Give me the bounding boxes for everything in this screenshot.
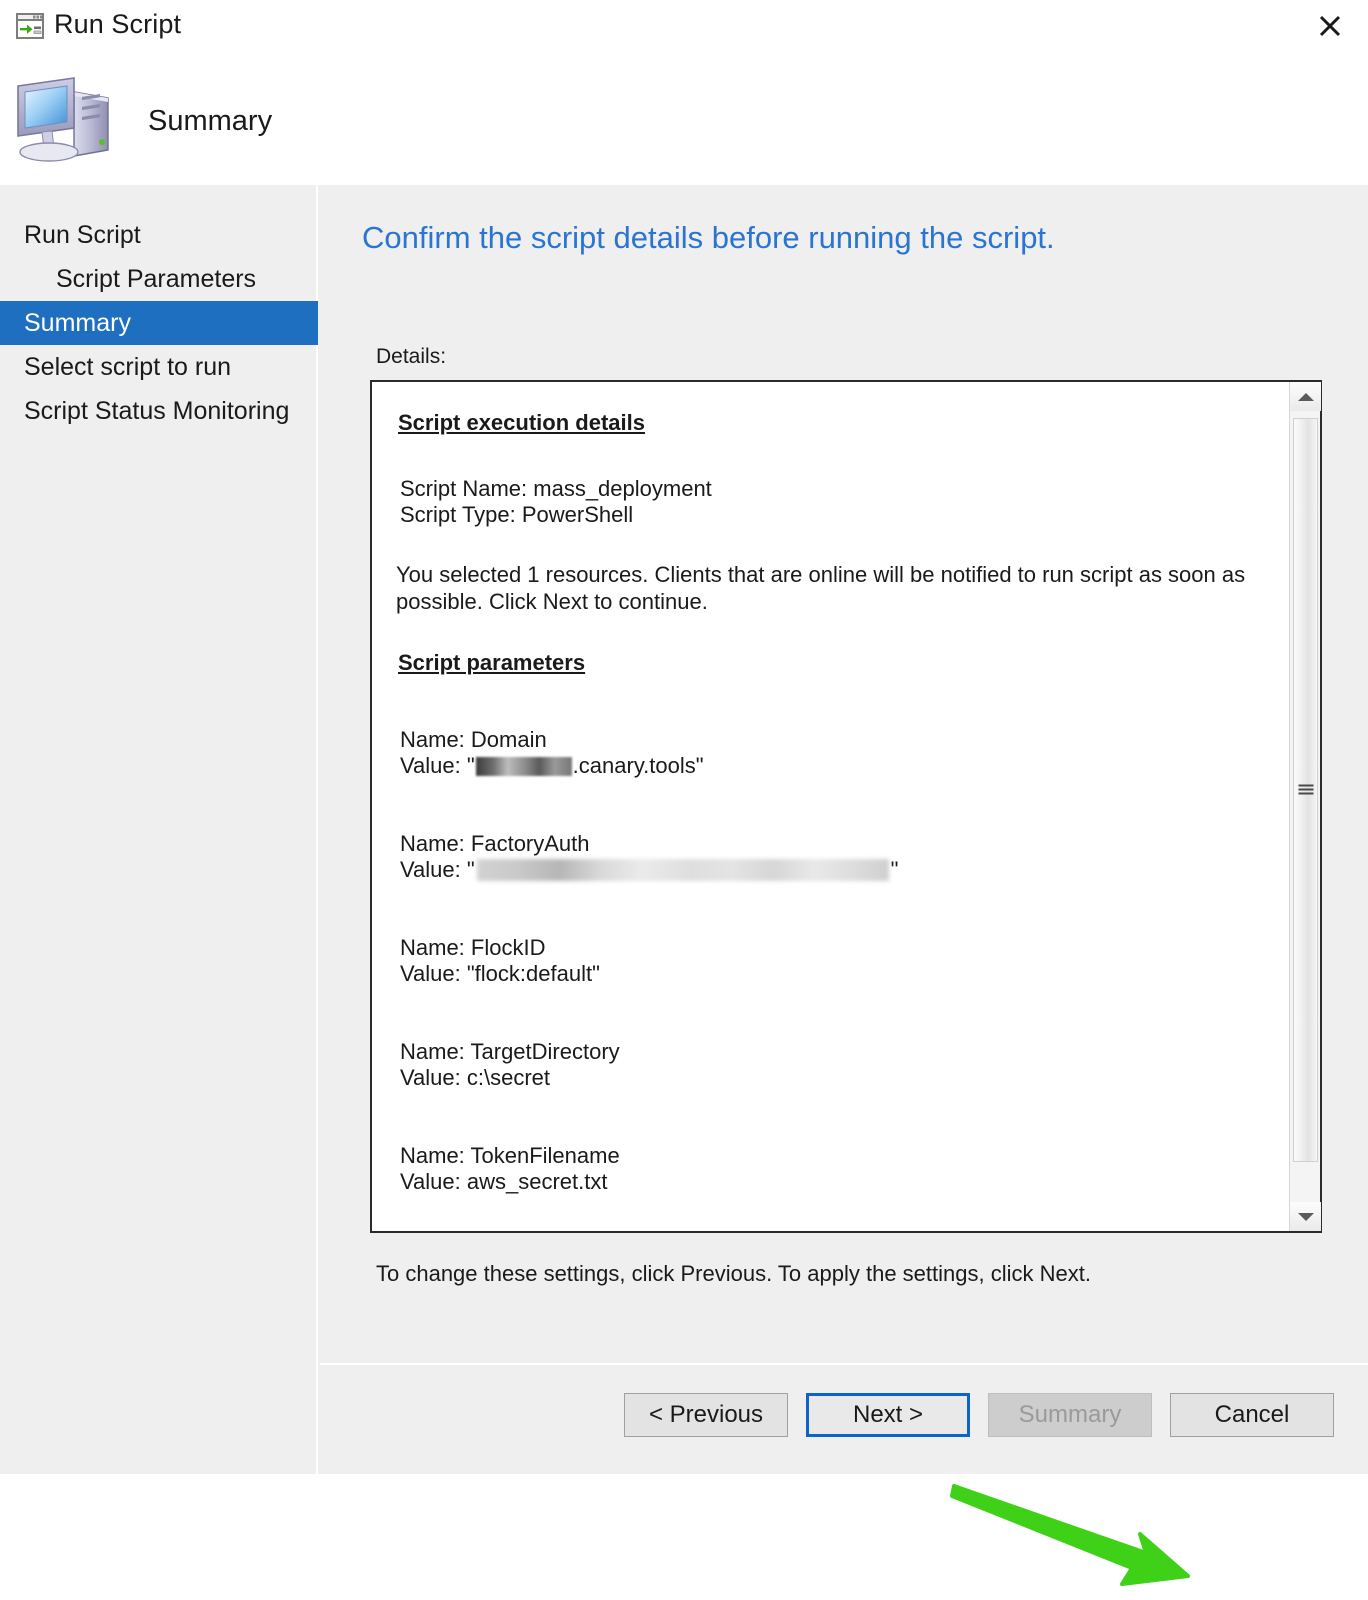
parameter-flockid: Name: FlockID Value: "flock:default" — [396, 935, 1275, 987]
details-vertical-scrollbar[interactable] — [1289, 382, 1321, 1231]
redaction-block — [475, 757, 572, 777]
sidebar-item-script-parameters[interactable]: Script Parameters — [0, 257, 318, 301]
parameter-name-line: Name: FlockID — [400, 935, 546, 961]
parameter-value-line: Value: aws_secret.txt — [400, 1169, 608, 1195]
cancel-button[interactable]: Cancel — [1170, 1393, 1334, 1437]
parameter-value-line: Value: " .canary.tools" — [400, 753, 1275, 779]
page-title: Summary — [148, 105, 273, 137]
summary-button: Summary — [988, 1393, 1152, 1437]
scrollbar-grip-icon — [1298, 784, 1313, 796]
details-label: Details: — [376, 345, 447, 368]
value-prefix: Value: " — [400, 753, 475, 779]
parameter-value-line: Value: c:\secret — [400, 1065, 550, 1091]
footer-note: To change these settings, click Previous… — [376, 1261, 1091, 1286]
scrollbar-thumb[interactable] — [1293, 418, 1318, 1162]
page-header: Summary — [0, 54, 1368, 185]
parameter-name-line: Name: TargetDirectory — [400, 1039, 620, 1065]
script-type-line: Script Type: PowerShell — [400, 501, 634, 527]
sidebar-item-label: Run Script — [24, 220, 141, 249]
annotation-arrow-icon — [950, 1480, 1210, 1595]
sidebar-item-run-script[interactable]: Run Script — [0, 213, 318, 257]
parameter-value-line: Value: " " — [400, 857, 1275, 883]
sidebar-item-label: Script Status Monitoring — [24, 396, 290, 425]
value-suffix: " — [890, 857, 899, 883]
next-button[interactable]: Next > — [806, 1393, 970, 1437]
sidebar-item-label: Summary — [24, 308, 131, 337]
sidebar-item-select-script-to-run[interactable]: Select script to run — [0, 345, 318, 389]
computer-icon — [12, 72, 120, 168]
parameter-value-line: Value: "flock:default" — [400, 961, 600, 987]
close-icon[interactable] — [1300, 0, 1360, 52]
parameter-targetdirectory: Name: TargetDirectory Value: c:\secret — [396, 1039, 1275, 1091]
parameter-tokenfilename: Name: TokenFilename Value: aws_secret.tx… — [396, 1143, 1275, 1195]
parameter-factoryauth: Name: FactoryAuth Value: " " — [396, 831, 1275, 883]
wizard-content: Confirm the script details before runnin… — [320, 185, 1368, 1586]
sidebar-item-script-status-monitoring[interactable]: Script Status Monitoring — [0, 389, 318, 433]
window-titlebar: Run Script — [0, 0, 1368, 54]
value-suffix: .canary.tools" — [572, 753, 704, 779]
scroll-up-arrow-icon[interactable] — [1290, 382, 1321, 411]
window-title: Run Script — [54, 9, 182, 39]
parameter-name-line: Name: FactoryAuth — [400, 831, 590, 857]
script-parameters-heading: Script parameters — [398, 649, 586, 675]
value-prefix: Value: " — [400, 857, 475, 883]
parameter-name-line: Name: TokenFilename — [400, 1143, 620, 1169]
content-heading: Confirm the script details before runnin… — [362, 220, 1055, 255]
previous-button[interactable]: < Previous — [624, 1393, 788, 1437]
wizard-sidebar: Run Script Script Parameters Summary Sel… — [0, 185, 318, 1474]
redaction-block — [476, 859, 889, 882]
dialog-button-bar: < Previous Next > Summary Cancel — [320, 1365, 1368, 1474]
script-execution-details-heading: Script execution details — [398, 410, 645, 435]
sidebar-item-label: Script Parameters — [56, 264, 257, 293]
selection-note: You selected 1 resources. Clients that a… — [396, 561, 1246, 614]
parameter-name-line: Name: Domain — [400, 727, 547, 753]
dialog-body: Run Script Script Parameters Summary Sel… — [0, 185, 1368, 1586]
scroll-down-arrow-icon[interactable] — [1290, 1202, 1321, 1231]
run-script-icon — [16, 13, 44, 39]
parameter-domain: Name: Domain Value: " .canary.tools" — [396, 727, 1275, 779]
sidebar-item-summary[interactable]: Summary — [0, 301, 318, 345]
script-name-line: Script Name: mass_deployment — [400, 475, 712, 501]
details-text-area[interactable]: Script execution details Script Name: ma… — [372, 382, 1289, 1231]
details-panel: Script execution details Script Name: ma… — [370, 380, 1322, 1233]
sidebar-item-label: Select script to run — [24, 352, 232, 381]
